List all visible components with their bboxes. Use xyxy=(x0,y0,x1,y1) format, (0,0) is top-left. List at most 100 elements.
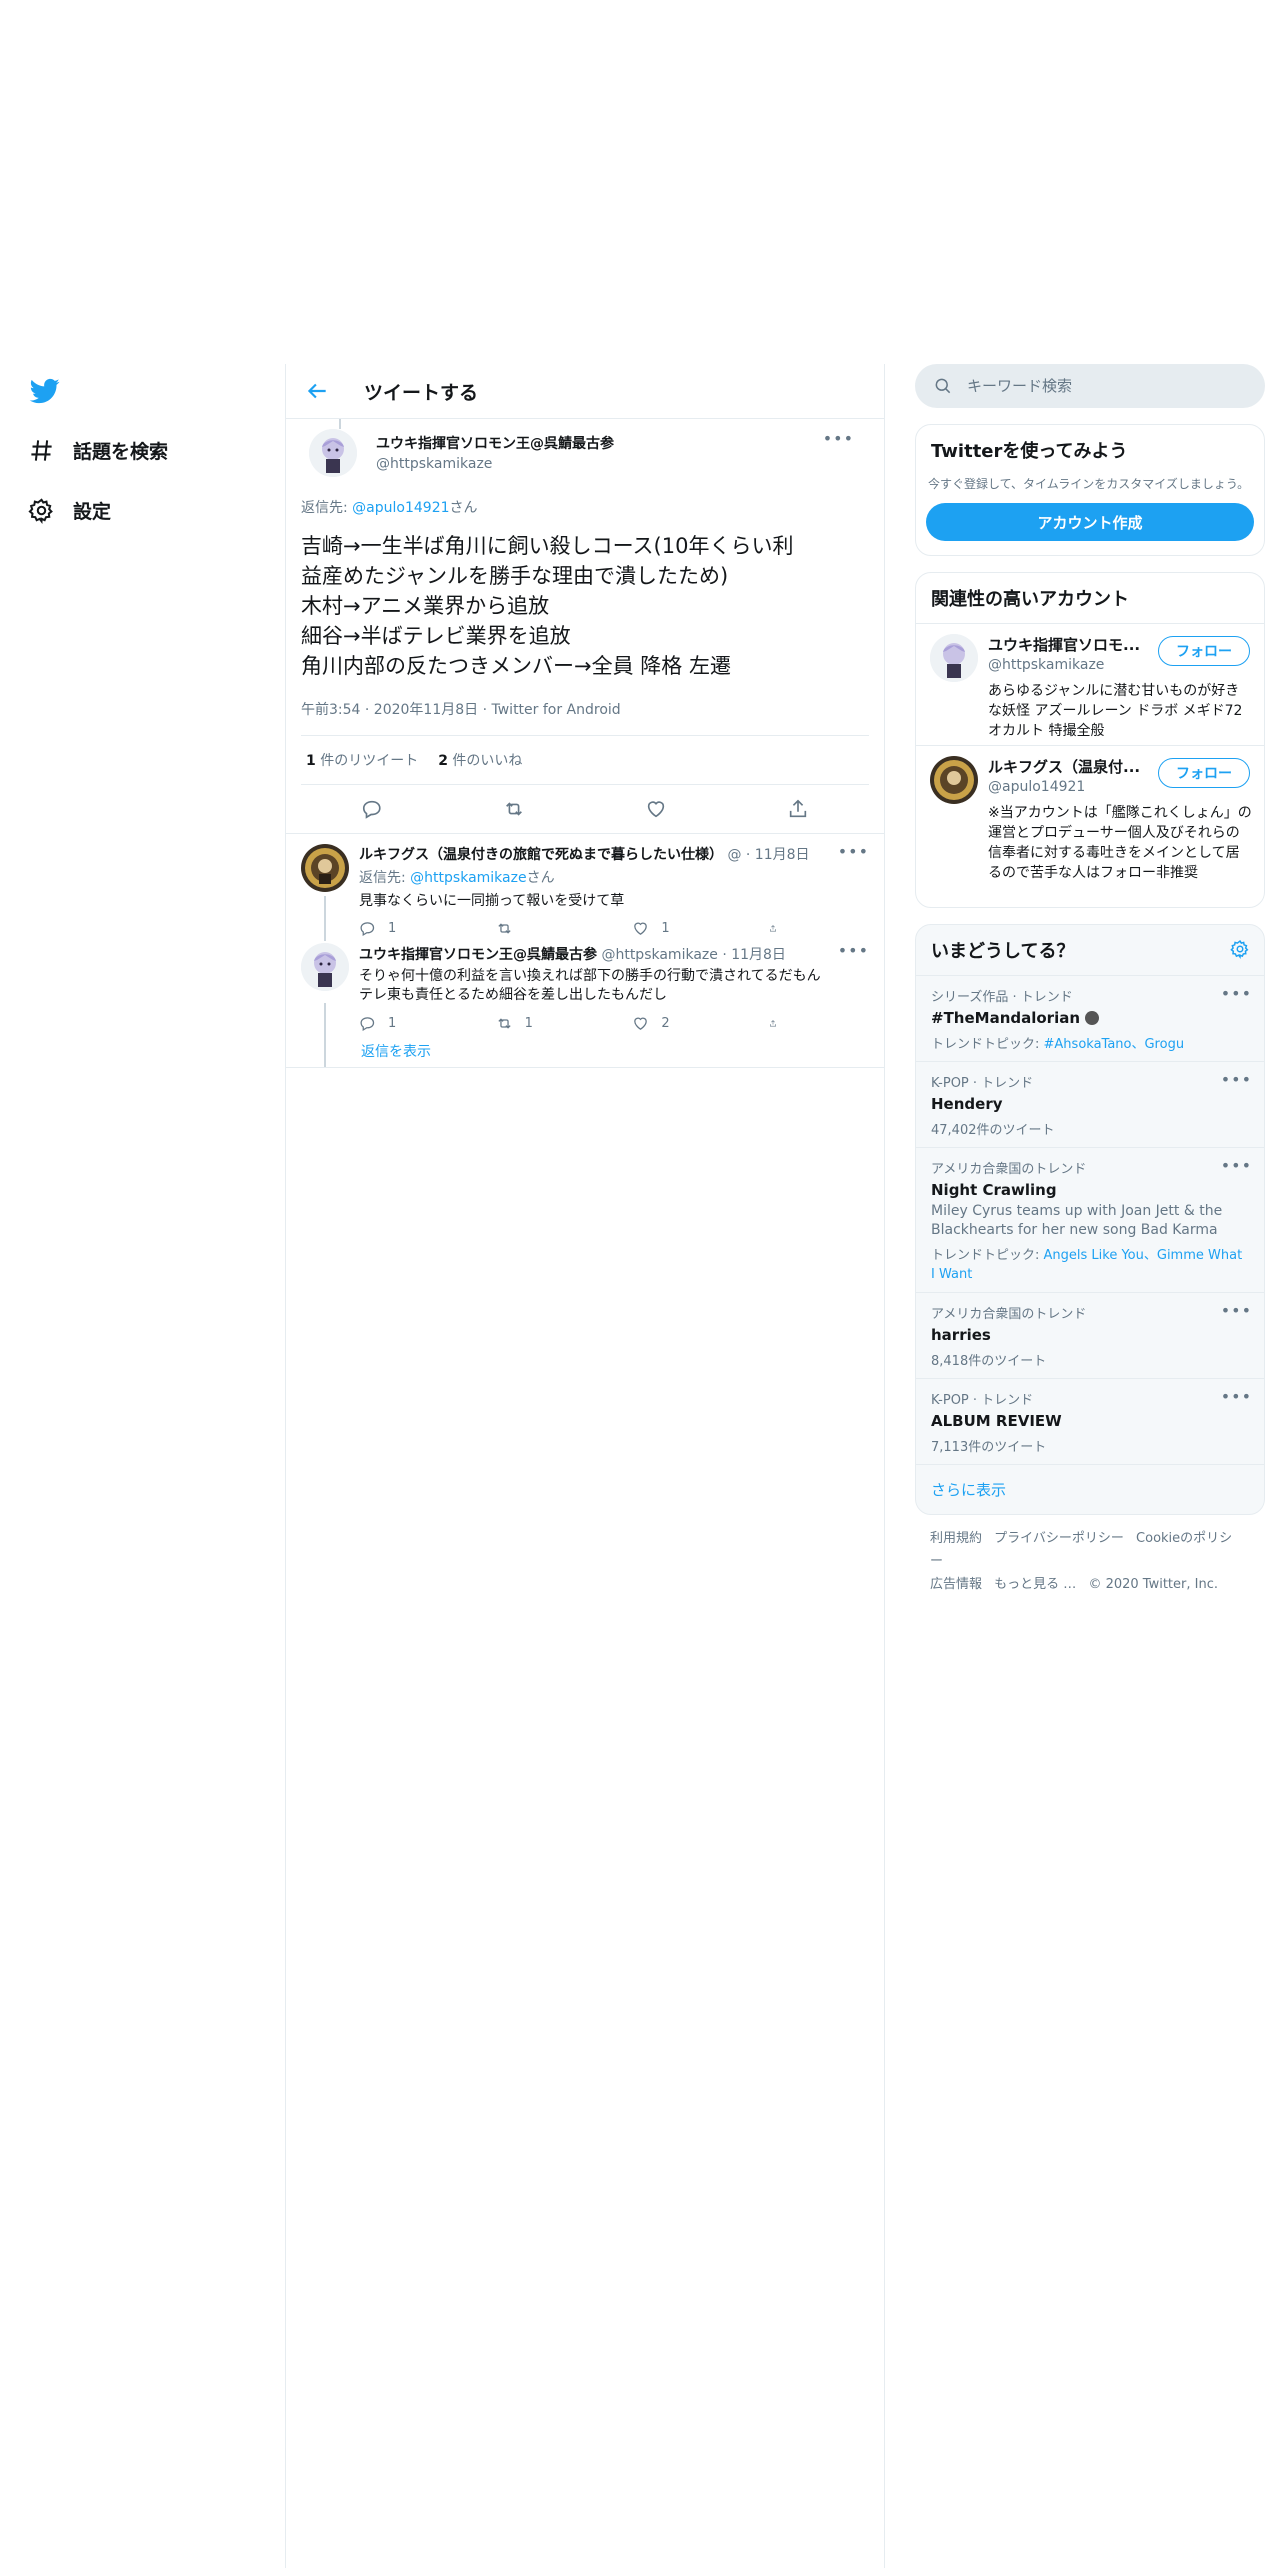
retweet-button[interactable]: 1 xyxy=(496,1015,596,1032)
main-column: ツイートする ユウキ指揮官ソロモン王@呉鯖最古参 @httpskamikaze … xyxy=(285,364,885,2568)
retweet-button[interactable] xyxy=(496,920,596,937)
more-options-icon[interactable]: ••• xyxy=(1221,1070,1252,1089)
footer-link[interactable]: 広告情報 xyxy=(930,1577,982,1592)
back-arrow-icon[interactable] xyxy=(304,378,330,404)
helmet-emoji-icon xyxy=(1085,1011,1100,1025)
reply-tweet[interactable]: ユウキ指揮官ソロモン王@呉鯖最古参 @httpskamikaze · 11月8日… xyxy=(286,941,884,1067)
reply-count: 1 xyxy=(388,1015,397,1031)
footer-link[interactable]: 利用規約 xyxy=(930,1531,982,1546)
author-name[interactable]: ユウキ指揮官ソロモン王@呉鯖最古参 xyxy=(376,433,614,453)
reply-to-link[interactable]: @httpskamikaze xyxy=(410,870,526,886)
search-input[interactable] xyxy=(967,377,1227,395)
more-options-icon[interactable]: ••• xyxy=(1221,984,1252,1003)
avatar[interactable] xyxy=(301,943,349,991)
author-name[interactable]: ユウキ指揮官ソロモン王@呉鯖最古参 xyxy=(359,947,597,963)
more-options-icon[interactable]: ••• xyxy=(1221,1156,1252,1175)
tweet-timestamp[interactable]: 午前3:54 · 2020年11月8日 · Twitter for Androi… xyxy=(301,699,869,735)
like-button[interactable]: 1 xyxy=(632,920,732,937)
trend-item[interactable]: アメリカ合衆国のトレンド Night Crawling Miley Cyrus … xyxy=(916,1147,1264,1292)
reply-button[interactable]: 1 xyxy=(359,920,459,937)
share-button[interactable] xyxy=(769,920,789,937)
footer-link[interactable]: もっと見る … xyxy=(994,1577,1076,1592)
tweet-text-line: 益産めたジャンルを勝手な理由で潰したため) xyxy=(301,564,729,588)
search-box[interactable] xyxy=(915,364,1265,408)
show-more-trends-link[interactable]: さらに表示 xyxy=(916,1464,1264,1514)
trend-item[interactable]: シリーズ作品 · トレンド #TheMandalorian トレンドトピック: … xyxy=(916,975,1264,1061)
trend-topics-links[interactable]: #AhsokaTano、Grogu xyxy=(1044,1037,1185,1052)
trend-meta: アメリカ合衆国のトレンド xyxy=(931,1162,1087,1177)
tweet-text-line: テレ東も責任とるため細谷を差し出したもんだし xyxy=(359,987,667,1003)
twitter-logo-icon[interactable] xyxy=(28,376,62,406)
reply-tweet[interactable]: ルキフグス（温泉付きの旅館で死ぬまで暮らしたい仕様） @ · 11月8日 •••… xyxy=(286,834,884,941)
like-button[interactable]: 2 xyxy=(632,1015,732,1032)
account-bio: あらゆるジャンルに潜む甘いものが好きな妖怪 アズールレーン ドラボ メギド72 … xyxy=(988,683,1243,739)
tweet-actions: 1 1 2 xyxy=(359,1011,789,1035)
heart-icon[interactable] xyxy=(645,798,667,820)
reply-context: 返信先: @apulo14921さん xyxy=(301,497,869,517)
nav-settings[interactable]: 設定 xyxy=(28,490,111,530)
avatar[interactable] xyxy=(309,429,357,477)
reply-to-link[interactable]: @apulo14921 xyxy=(352,500,449,516)
nav-explore[interactable]: 話題を検索 xyxy=(28,430,168,470)
related-title: 関連性の高いアカウント xyxy=(931,589,1129,610)
trend-meta: アメリカ合衆国のトレンド xyxy=(931,1307,1087,1322)
follow-button[interactable]: フォロー xyxy=(1158,758,1250,788)
author-handle[interactable]: @httpskamikaze xyxy=(376,456,614,472)
tweet-stats: 1 件のリツイート 2 件のいいね xyxy=(301,735,869,785)
trend-meta: K-POP · トレンド xyxy=(931,1076,1034,1091)
reply-icon[interactable] xyxy=(361,798,383,820)
trend-name: Hendery xyxy=(931,1095,1003,1113)
like-stat-label: 件のいいね xyxy=(447,753,523,769)
retweet-icon xyxy=(498,922,511,934)
trend-topics-label: トレンドトピック: xyxy=(931,1248,1044,1263)
trend-meta: K-POP · トレンド xyxy=(931,1393,1034,1408)
trend-name-text: #TheMandalorian xyxy=(931,1009,1081,1027)
account-item[interactable]: ルキフグス（温泉付... @apulo14921 フォロー ※当アカウントは「艦… xyxy=(916,745,1264,907)
share-icon xyxy=(770,1019,776,1026)
copyright: © 2020 Twitter, Inc. xyxy=(1088,1577,1218,1592)
trend-item[interactable]: K-POP · トレンド ALBUM REVIEW 7,113件のツイート ••… xyxy=(916,1378,1264,1464)
author-handle[interactable]: @httpskamikaze xyxy=(601,947,717,963)
reply-suffix: さん xyxy=(449,500,478,516)
gear-icon[interactable] xyxy=(1230,939,1250,959)
follow-button[interactable]: フォロー xyxy=(1158,636,1250,666)
retweet-count: 1 xyxy=(524,1015,533,1031)
more-options-icon[interactable]: ••• xyxy=(838,842,869,861)
tweet-date[interactable]: · 11月8日 xyxy=(722,947,786,963)
account-item[interactable]: ユウキ指揮官ソロモ... @httpskamikaze フォロー あらゆるジャン… xyxy=(916,623,1264,745)
show-replies-link[interactable]: 返信を表示 xyxy=(361,1041,431,1061)
more-options-icon[interactable]: ••• xyxy=(1221,1387,1252,1406)
trend-topics: トレンドトピック: #AhsokaTano、Grogu xyxy=(931,1033,1249,1052)
retweet-icon[interactable] xyxy=(503,798,525,820)
focal-tweet: ユウキ指揮官ソロモン王@呉鯖最古参 @httpskamikaze ••• 返信先… xyxy=(286,419,884,834)
like-count: 1 xyxy=(661,920,670,936)
account-bio: ※当アカウントは「艦隊これくしょん」の運営とプロデューサー個人及びそれらの信奉者… xyxy=(988,805,1252,881)
page-title: ツイートする xyxy=(364,381,479,404)
reply-button[interactable]: 1 xyxy=(359,1015,459,1032)
trend-item[interactable]: K-POP · トレンド Hendery 47,402件のツイート ••• xyxy=(916,1061,1264,1147)
share-icon[interactable] xyxy=(787,798,809,820)
search-icon xyxy=(935,378,951,394)
footer-link[interactable]: プライバシーポリシー xyxy=(994,1531,1124,1546)
author-name[interactable]: ルキフグス（温泉付きの旅館で死ぬまで暮らしたい仕様） xyxy=(359,847,723,863)
retweet-stat[interactable]: 1 件のリツイート xyxy=(306,750,418,770)
more-options-icon[interactable]: ••• xyxy=(823,429,854,448)
account-name[interactable]: ユウキ指揮官ソロモ... xyxy=(988,634,1148,655)
trend-name: ALBUM REVIEW xyxy=(931,1412,1062,1430)
create-account-button[interactable]: アカウント作成 xyxy=(926,503,1254,541)
share-button[interactable] xyxy=(769,1015,789,1032)
reply-count: 1 xyxy=(388,920,397,936)
more-options-icon[interactable]: ••• xyxy=(1221,1301,1252,1320)
author-handle[interactable]: @ xyxy=(727,847,741,863)
account-name[interactable]: ルキフグス（温泉付... xyxy=(988,756,1148,777)
like-stat[interactable]: 2 件のいいね xyxy=(438,750,522,770)
tweet-date[interactable]: · 11月8日 xyxy=(746,847,810,863)
tweet-text-line: 吉崎→一生半ば角川に飼い殺しコース(10年くらい利 xyxy=(301,534,794,558)
trend-item[interactable]: アメリカ合衆国のトレンド harries 8,418件のツイート ••• xyxy=(916,1292,1264,1378)
tweet-text-line: 細谷→半ばテレビ業界を追放 xyxy=(301,624,571,648)
avatar[interactable] xyxy=(930,634,978,682)
trend-count: 7,113件のツイート xyxy=(931,1440,1047,1455)
avatar[interactable] xyxy=(930,756,978,804)
avatar[interactable] xyxy=(301,844,349,892)
more-options-icon[interactable]: ••• xyxy=(838,941,869,960)
